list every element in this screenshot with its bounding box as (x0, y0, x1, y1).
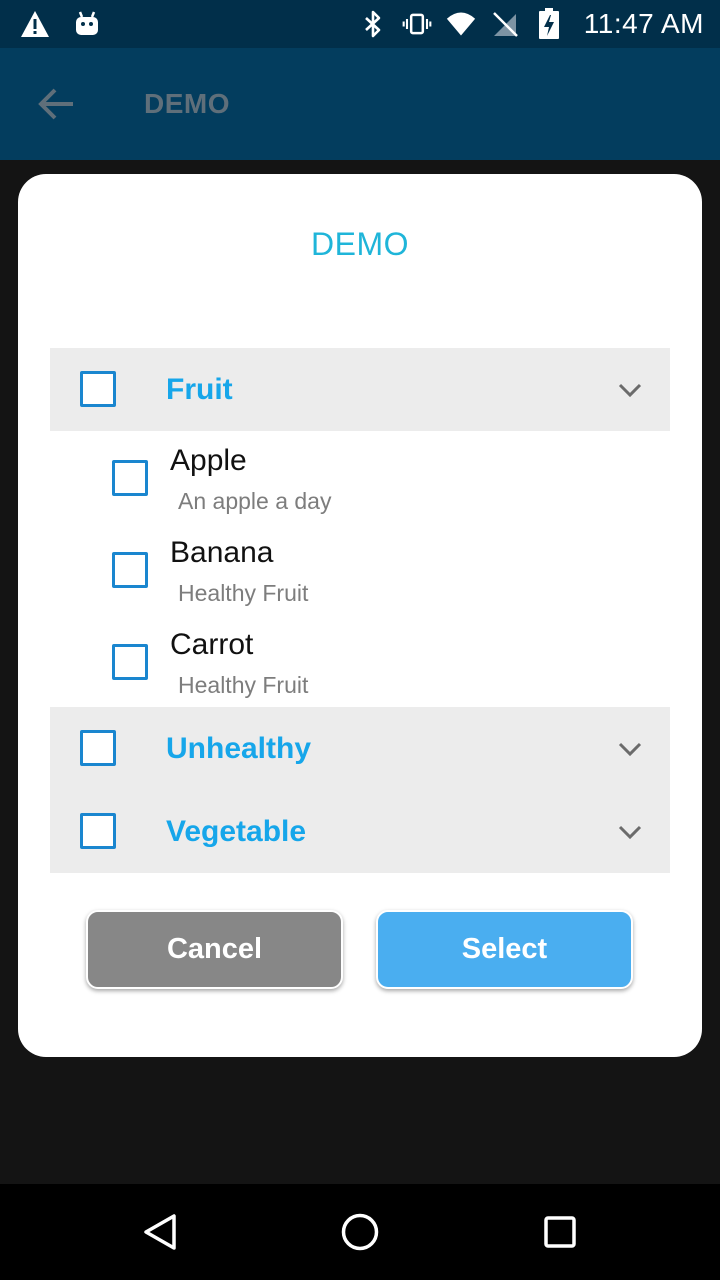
wifi-icon (446, 9, 476, 39)
group-label-vegetable: Vegetable (166, 815, 307, 848)
select-button[interactable]: Select (376, 910, 633, 989)
group-header-fruit[interactable]: Fruit (50, 348, 670, 431)
group-label-unhealthy: Unhealthy (166, 732, 312, 765)
group-checkbox-vegetable[interactable] (80, 813, 116, 849)
group-checkbox-fruit[interactable] (80, 371, 116, 407)
android-icon (72, 9, 102, 39)
chevron-down-icon[interactable] (616, 376, 644, 404)
back-button[interactable] (16, 48, 96, 160)
nav-home-button[interactable] (336, 1208, 384, 1256)
app-title: DEMO (144, 88, 230, 119)
status-time: 11:47 AM (583, 8, 704, 39)
list-item-banana[interactable]: Banana Healthy Fruit (50, 524, 670, 616)
item-title: Banana (170, 536, 274, 569)
home-circle-icon (341, 1213, 379, 1251)
app-bar: DEMO (0, 48, 720, 160)
item-title: Apple (170, 444, 247, 477)
group-checkbox-unhealthy[interactable] (80, 730, 116, 766)
navigation-bar (0, 1184, 720, 1280)
chevron-down-icon[interactable] (616, 735, 644, 763)
warning-icon (20, 9, 50, 39)
recents-square-icon (544, 1216, 576, 1248)
item-checkbox-banana[interactable] (112, 552, 148, 588)
arrow-left-icon (38, 88, 73, 120)
item-subtitle: Healthy Fruit (178, 672, 309, 698)
group-header-unhealthy[interactable]: Unhealthy (50, 707, 670, 790)
item-title: Carrot (170, 628, 254, 661)
list-item-carrot[interactable]: Carrot Healthy Fruit (50, 616, 670, 708)
dialog-title: DEMO (311, 226, 409, 262)
item-subtitle: An apple a day (178, 488, 332, 514)
status-right: 11:47 AM (358, 8, 704, 40)
status-bar: 11:47 AM (0, 0, 720, 48)
item-checkbox-apple[interactable] (112, 460, 148, 496)
item-subtitle: Healthy Fruit (178, 580, 309, 606)
list-item-apple[interactable]: Apple An apple a day (50, 432, 670, 524)
item-checkbox-carrot[interactable] (112, 644, 148, 680)
screen: 11:47 AM DEMO DEMO Fruit Apple An apple … (0, 0, 720, 1280)
battery-charging-icon (534, 8, 564, 39)
no-sim-icon (490, 9, 520, 39)
cancel-button[interactable]: Cancel (86, 910, 343, 989)
group-label-fruit: Fruit (166, 373, 233, 406)
back-triangle-icon (144, 1214, 176, 1250)
group-header-vegetable[interactable]: Vegetable (50, 790, 670, 873)
status-left (20, 9, 102, 39)
chevron-down-icon[interactable] (616, 818, 644, 846)
vibrate-icon (402, 9, 432, 39)
nav-back-button[interactable] (136, 1208, 184, 1256)
bluetooth-icon (358, 9, 388, 39)
nav-recents-button[interactable] (536, 1208, 584, 1256)
